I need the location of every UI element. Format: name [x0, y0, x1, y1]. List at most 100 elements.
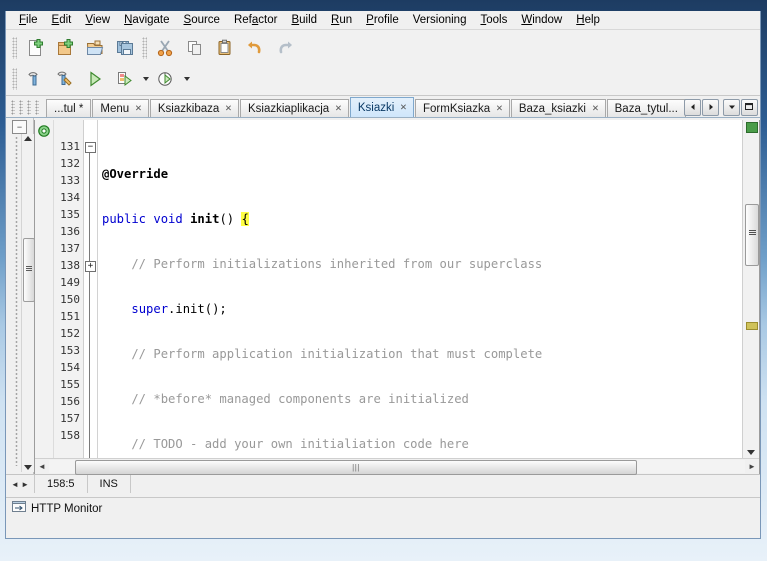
tab-close-icon[interactable]: ✕ [335, 104, 342, 112]
code-line-132[interactable]: // Perform initializations inherited fro… [98, 256, 742, 273]
tab-ksiazki[interactable]: Ksiazki ✕ [349, 97, 414, 117]
debug-project-button[interactable] [110, 64, 140, 93]
tab-ksiazkibaza[interactable]: Ksiazkibaza ✕ [149, 99, 239, 117]
code-folding-column: − + [84, 120, 98, 458]
tab-formksiazka[interactable]: FormKsiazka ✕ [415, 99, 510, 117]
toolbar-row-build-run [10, 63, 760, 94]
menu-help[interactable]: Help [569, 12, 607, 28]
left-dock-scroll-thumb[interactable] [23, 238, 35, 302]
tab-close-icon[interactable]: ✕ [135, 104, 142, 112]
run-project-icon [85, 69, 105, 89]
netbeans-ide-window: File Edit View Navigate Source Refactor … [0, 0, 767, 561]
status-left-scroll-control[interactable]: ◄ ► [6, 475, 35, 493]
line-number: 131 [60, 140, 80, 153]
insert-mode-indicator[interactable]: INS [88, 475, 131, 493]
source-code-text[interactable]: @Override public void init() { // Perfor… [98, 120, 742, 458]
debug-dropdown-arrow[interactable] [140, 65, 151, 92]
cut-button[interactable] [150, 33, 180, 62]
tab-list-button[interactable] [723, 99, 740, 116]
http-monitor-icon [12, 500, 26, 517]
editor-horizontal-scrollbar[interactable]: ◄ ||| ► [35, 458, 759, 475]
menu-view[interactable]: View [78, 12, 117, 28]
toolbar-grip-edit[interactable] [142, 36, 147, 59]
horizontal-scroll-track[interactable]: ||| [49, 460, 745, 475]
scroll-right-icon[interactable]: ► [745, 462, 759, 471]
fold-toggle-method[interactable]: − [85, 142, 96, 153]
menu-navigate[interactable]: Navigate [117, 12, 176, 28]
scroll-left-icon[interactable]: ◄ [35, 462, 49, 471]
code-line-136[interactable]: // TODO - add your own initialiation cod… [98, 436, 742, 453]
tab-close-icon[interactable]: ✕ [400, 103, 407, 111]
code-line-135[interactable]: // *before* managed components are initi… [98, 391, 742, 408]
profile-project-button[interactable] [151, 64, 181, 93]
line-number: 152 [60, 327, 80, 340]
profile-dropdown-arrow[interactable] [181, 65, 192, 92]
scroll-down-icon[interactable] [24, 465, 32, 470]
copy-button[interactable] [180, 33, 210, 62]
scroll-thumb-grip: ||| [352, 463, 360, 472]
menu-tools[interactable]: Tools [473, 12, 514, 28]
tab-bar-grip[interactable] [8, 97, 46, 117]
scroll-left-icon [689, 102, 697, 114]
scroll-down-icon[interactable] [747, 450, 755, 455]
build-project-button[interactable] [20, 64, 50, 93]
editor-scroll-thumb[interactable] [745, 204, 759, 266]
tab-baza-tytul-left[interactable]: ...tul * [46, 99, 92, 117]
open-project-icon [85, 38, 105, 58]
paste-button[interactable] [210, 33, 240, 62]
clean-build-project-button[interactable] [50, 64, 80, 93]
collapse-panel-button[interactable]: − [12, 120, 27, 134]
menu-run[interactable]: Run [324, 12, 359, 28]
left-dock-strip: − [6, 118, 35, 474]
new-file-button[interactable] [20, 33, 50, 62]
left-dock-grip[interactable] [15, 136, 18, 466]
tab-label: FormKsiazka [423, 102, 491, 115]
line-number: 158 [60, 429, 80, 442]
chevron-down-icon [728, 102, 736, 114]
maximize-editor-button[interactable] [741, 99, 758, 116]
annotation-glyph-column[interactable] [35, 120, 54, 458]
line-number-gutter: 131 132 133 134 135 136 137 138 149 150 … [54, 120, 84, 458]
menu-versioning[interactable]: Versioning [406, 12, 474, 28]
caret-position-indicator[interactable]: 158:5 [35, 475, 88, 493]
editor-vertical-scrollbar[interactable] [742, 120, 759, 458]
open-project-button[interactable] [80, 33, 110, 62]
line-number: 133 [60, 174, 80, 187]
tab-scroll-left-button[interactable] [684, 99, 701, 116]
new-project-button[interactable] [50, 33, 80, 62]
menu-source[interactable]: Source [177, 12, 227, 28]
code-line-131[interactable]: public void init() { [98, 211, 742, 228]
left-dock-scrollbar[interactable] [21, 134, 35, 472]
menu-window[interactable]: Window [514, 12, 569, 28]
code-line-134[interactable]: // Perform application initialization th… [98, 346, 742, 363]
tab-close-icon[interactable]: ✕ [496, 104, 503, 112]
code-line-133[interactable]: super.init(); [98, 301, 742, 318]
redo-button[interactable] [270, 33, 300, 62]
fold-toggle-managed-component[interactable]: + [85, 261, 96, 272]
tab-scroll-right-button[interactable] [702, 99, 719, 116]
toolbar-grip-build[interactable] [12, 67, 17, 90]
window-title-bar [0, 0, 767, 11]
tab-close-icon[interactable]: ✕ [592, 104, 599, 112]
scroll-up-icon[interactable] [24, 136, 32, 141]
menu-edit[interactable]: Edit [45, 12, 79, 28]
undo-button[interactable] [240, 33, 270, 62]
override-annotation-icon[interactable] [38, 125, 53, 140]
tab-baza-ksiazki[interactable]: Baza_ksiazki ✕ [510, 99, 606, 117]
http-monitor-label[interactable]: HTTP Monitor [31, 503, 102, 515]
paste-icon [215, 38, 235, 58]
horizontal-scroll-thumb[interactable]: ||| [75, 460, 637, 475]
menu-file[interactable]: File [12, 12, 45, 28]
save-all-button[interactable] [110, 33, 140, 62]
run-project-button[interactable] [80, 64, 110, 93]
tab-ksiazkiaplikacja[interactable]: Ksiazkiaplikacja ✕ [239, 99, 349, 117]
menu-profile[interactable]: Profile [359, 12, 406, 28]
menu-build[interactable]: Build [284, 12, 324, 28]
warning-marker[interactable] [746, 322, 758, 330]
tab-baza-tytul[interactable]: Baza_tytul... [606, 99, 686, 117]
menu-refactor[interactable]: Refactor [227, 12, 284, 28]
tab-menu[interactable]: Menu ✕ [92, 99, 149, 117]
tab-close-icon[interactable]: ✕ [225, 104, 232, 112]
toolbar-grip[interactable] [12, 36, 17, 59]
code-line-130[interactable]: @Override [98, 166, 742, 183]
